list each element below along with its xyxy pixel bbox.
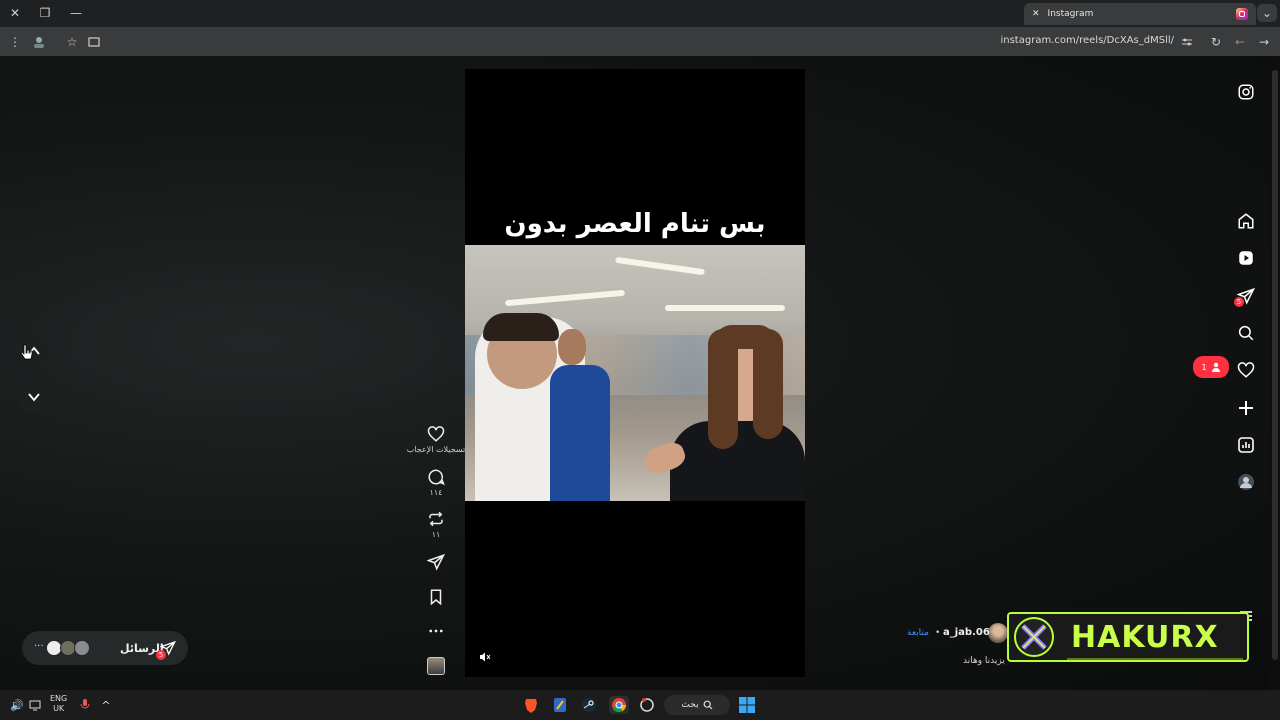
- hakurx-watermark: HAKURX: [1007, 612, 1249, 662]
- comments-count: ١١٤: [429, 488, 443, 497]
- steam-icon[interactable]: [580, 696, 598, 714]
- share-button[interactable]: [420, 553, 452, 571]
- messages-pill-badge: 5: [156, 650, 166, 660]
- site-settings-icon[interactable]: [1178, 33, 1196, 51]
- reels-icon[interactable]: [1236, 248, 1256, 268]
- page-scrollbar[interactable]: [1270, 56, 1280, 690]
- notifications-heart-icon[interactable]: [1236, 360, 1256, 380]
- notification-count: 1: [1201, 362, 1207, 372]
- author-username[interactable]: a_jab.06: [943, 627, 990, 638]
- url-text[interactable]: instagram.com/reels/DcXAs_dMSll/: [1000, 35, 1174, 46]
- home-icon[interactable]: [1236, 211, 1256, 231]
- search-icon[interactable]: [1236, 323, 1256, 343]
- audio-thumbnail[interactable]: [427, 657, 445, 675]
- next-reel-button[interactable]: [17, 380, 51, 414]
- save-button[interactable]: [420, 588, 452, 606]
- chevron-down-icon: [28, 393, 40, 402]
- reel-caption-text: يزيدنا وهاند: [963, 656, 1005, 666]
- language-code: ENG: [50, 694, 68, 703]
- browser-title-bar: ✕ ❐ — + ✕ Instagram ⌄: [0, 0, 1280, 27]
- paper-plane-icon: [427, 553, 445, 571]
- minimize-window-icon[interactable]: —: [66, 4, 86, 22]
- menu-dots-icon[interactable]: ⋮: [6, 33, 24, 51]
- instagram-logo-icon[interactable]: [1236, 82, 1256, 102]
- network-icon[interactable]: [26, 696, 44, 714]
- likes-label: تسجيلات الإعجاب: [406, 445, 466, 454]
- like-button[interactable]: تسجيلات الإعجاب: [404, 425, 468, 454]
- profile-avatar-icon[interactable]: [30, 33, 48, 51]
- hakurx-logo-icon: [1014, 617, 1054, 657]
- taskbar-search-button[interactable]: بحث: [664, 695, 730, 715]
- back-icon[interactable]: ←: [1231, 33, 1249, 51]
- close-window-icon[interactable]: ✕: [5, 4, 25, 22]
- browser-tab[interactable]: ✕ Instagram: [1024, 3, 1256, 25]
- language-indicator[interactable]: ENG UK: [50, 694, 67, 714]
- tab-title: Instagram: [1047, 9, 1094, 19]
- address-bar: ⋮ ☆ instagram.com/reels/DcXAs_dMSll/ ↻ ←…: [0, 27, 1280, 56]
- volume-icon[interactable]: 🔊: [8, 696, 26, 714]
- app-icon[interactable]: [638, 696, 656, 714]
- repost-button[interactable]: ١١: [420, 510, 452, 539]
- more-dots-icon: ···: [34, 641, 44, 652]
- instagram-favicon-icon: [1236, 8, 1248, 20]
- tab-search-icon[interactable]: ⌄: [1257, 4, 1277, 22]
- author-separator: •: [935, 628, 941, 638]
- windows-taskbar: 🔊 ENG UK ^ بحث: [0, 690, 1280, 720]
- create-plus-icon[interactable]: [1236, 398, 1256, 418]
- restore-window-icon[interactable]: ❐: [35, 4, 55, 22]
- show-hidden-icons-icon[interactable]: ^: [97, 696, 115, 714]
- reload-icon[interactable]: ↻: [1207, 33, 1225, 51]
- close-tab-icon[interactable]: ✕: [1032, 9, 1040, 19]
- forward-icon[interactable]: →: [1255, 33, 1273, 51]
- mute-icon[interactable]: [477, 649, 493, 665]
- more-options-button[interactable]: [420, 622, 452, 640]
- keyboard-layout: UK: [53, 704, 65, 713]
- avatar: [74, 640, 90, 656]
- follow-button[interactable]: متابعة: [907, 628, 929, 638]
- author-avatar[interactable]: [988, 623, 1008, 643]
- person-icon: [1211, 362, 1220, 372]
- microphone-icon[interactable]: [76, 696, 94, 714]
- bookmark-icon: [430, 589, 442, 606]
- repost-icon: [429, 511, 443, 527]
- reel-video-frame: [465, 245, 805, 501]
- comment-button[interactable]: ١١٤: [420, 468, 452, 497]
- chrome-icon[interactable]: [609, 696, 629, 714]
- brave-browser-icon[interactable]: [522, 696, 540, 714]
- search-label: بحث: [681, 700, 699, 710]
- messages-badge: 5: [1234, 297, 1244, 307]
- more-dots-icon: [429, 629, 443, 633]
- watermark-text: HAKURX: [1071, 620, 1219, 655]
- mouse-cursor-icon: [20, 344, 33, 360]
- reel-video[interactable]: بس تنام العصر بدون مروحه: [465, 69, 805, 677]
- messages-pill[interactable]: ··· الرسائل 5: [22, 631, 188, 665]
- reposts-count: ١١: [431, 530, 441, 539]
- bookmark-star-icon[interactable]: ☆: [63, 33, 81, 51]
- follow-notification-bubble[interactable]: 1: [1193, 356, 1229, 378]
- heart-icon: [427, 426, 445, 442]
- windows-start-icon[interactable]: [738, 696, 756, 714]
- app-icon[interactable]: [551, 696, 569, 714]
- insights-icon[interactable]: [1236, 435, 1256, 455]
- install-app-icon[interactable]: [85, 33, 103, 51]
- profile-avatar-icon[interactable]: [1236, 472, 1256, 492]
- comment-icon: [428, 469, 445, 486]
- search-icon: [703, 700, 713, 710]
